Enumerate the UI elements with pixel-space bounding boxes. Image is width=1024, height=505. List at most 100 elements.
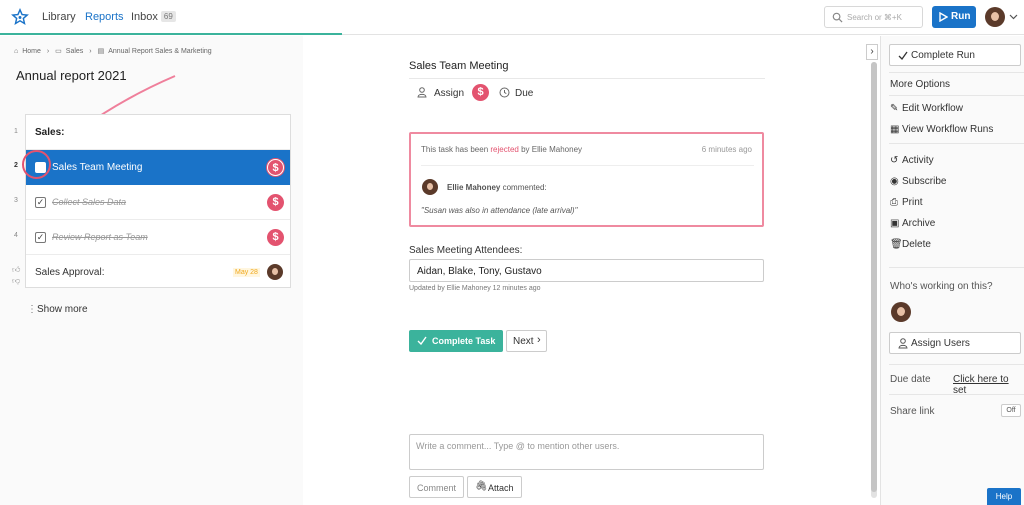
paperclip-icon: 🖇︎ bbox=[475, 481, 488, 492]
complete-task-button[interactable]: Complete Task bbox=[409, 330, 503, 352]
working-heading: Who's working on this? bbox=[890, 281, 993, 292]
comment-input[interactable]: Write a comment... Type @ to mention oth… bbox=[409, 434, 764, 470]
search-icon bbox=[832, 12, 843, 23]
assign-users-button[interactable]: Assign Users bbox=[889, 332, 1021, 354]
breadcrumb-home[interactable]: Home bbox=[22, 48, 41, 55]
task-label: Sales Team Meeting bbox=[52, 162, 143, 173]
divider bbox=[889, 364, 1024, 365]
comment-placeholder: Write a comment... Type @ to mention oth… bbox=[416, 441, 620, 451]
folder-icon: ▭ bbox=[55, 48, 62, 55]
task-row-approval[interactable]: Sales Approval: May 28 bbox=[26, 255, 290, 290]
breadcrumb: ⌂ Home › ▭ Sales › ▤ Annual Report Sales & … bbox=[14, 47, 216, 55]
set-due-date-link[interactable]: Click here to set bbox=[953, 374, 1024, 396]
collapse-sidebar-toggle[interactable]: › bbox=[866, 44, 878, 60]
task-row-completed[interactable]: ✓ Review Report as Team $ bbox=[26, 220, 290, 255]
document-icon: ▤ bbox=[97, 48, 105, 55]
history-icon: ↺ bbox=[890, 155, 899, 166]
star-logo-icon[interactable] bbox=[11, 8, 29, 26]
edit-workflow-item[interactable]: ✎ Edit Workflow bbox=[890, 103, 963, 114]
field-updated-note: Updated by Ellie Mahoney 12 minutes ago bbox=[409, 285, 541, 292]
dollar-icon: $ bbox=[267, 229, 284, 246]
search-input[interactable]: Search or ⌘+K bbox=[824, 6, 923, 28]
delete-item[interactable]: 🗑︎Delete bbox=[890, 239, 931, 250]
task-row-heading[interactable]: Sales: bbox=[26, 115, 290, 150]
dollar-icon[interactable]: $ bbox=[472, 84, 489, 101]
worker-avatar[interactable] bbox=[891, 302, 911, 322]
share-link-toggle[interactable]: Off bbox=[1001, 404, 1021, 417]
inbox-count-badge: 69 bbox=[160, 11, 176, 22]
view-workflow-runs-item[interactable]: ▦ View Workflow Runs bbox=[890, 124, 993, 135]
task-row-active[interactable]: Sales Team Meeting $ bbox=[26, 150, 290, 185]
attach-button[interactable]: 🖇︎ Attach bbox=[467, 476, 522, 498]
chevron-right-icon: › bbox=[870, 46, 874, 57]
subscribe-item[interactable]: ◉ Subscribe bbox=[890, 176, 946, 187]
nav-reports[interactable]: Reports bbox=[85, 11, 124, 23]
print-item[interactable]: ⎙ Print bbox=[890, 197, 923, 208]
assign-users-label: Assign Users bbox=[911, 338, 970, 349]
comment-text: "Susan was also in attendance (late arri… bbox=[421, 206, 578, 215]
commented-label: commented: bbox=[502, 183, 547, 192]
breadcrumb-report[interactable]: Annual Report Sales & Marketing bbox=[108, 48, 212, 55]
table-icon: ▦ bbox=[890, 124, 900, 135]
complete-task-label: Complete Task bbox=[432, 336, 496, 346]
task-checkbox-checked[interactable]: ✓ bbox=[35, 197, 46, 208]
edit-workflow-label: Edit Workflow bbox=[902, 103, 963, 114]
help-button[interactable]: Help bbox=[987, 488, 1021, 505]
task-label: Review Report as Team bbox=[52, 232, 148, 242]
rejection-by: by Ellie Mahoney bbox=[521, 145, 583, 154]
next-label: Next bbox=[513, 336, 534, 347]
user-icon bbox=[898, 338, 908, 349]
attendees-input[interactable]: Aidan, Blake, Tony, Gustavo bbox=[409, 259, 764, 282]
scrollbar[interactable] bbox=[871, 62, 877, 498]
activity-label: Activity bbox=[902, 155, 934, 166]
divider bbox=[889, 72, 1024, 73]
next-button[interactable]: Next › bbox=[506, 330, 547, 352]
chevron-down-icon[interactable] bbox=[1009, 14, 1018, 20]
nav-library[interactable]: Library bbox=[42, 11, 76, 23]
chevron-right-icon: › bbox=[89, 48, 92, 55]
highlight-circle bbox=[22, 150, 51, 179]
task-row-completed[interactable]: ✓ Collect Sales Data $ bbox=[26, 185, 290, 220]
rejection-notice: This task has been rejected by Ellie Mah… bbox=[409, 132, 764, 227]
run-label: Run bbox=[951, 11, 971, 22]
archive-item[interactable]: ▣ Archive bbox=[890, 218, 935, 229]
activity-item[interactable]: ↺ Activity bbox=[890, 155, 934, 166]
task-title: Sales Team Meeting bbox=[409, 60, 509, 72]
play-icon bbox=[939, 12, 948, 22]
task-number: 4 bbox=[14, 232, 18, 239]
nav-inbox[interactable]: Inbox 69 bbox=[131, 11, 176, 23]
rejection-prefix: This task has been bbox=[421, 145, 489, 154]
task-checkbox-checked[interactable]: ✓ bbox=[35, 232, 46, 243]
assignee-avatar bbox=[267, 264, 283, 280]
thumbs-down-icon: 👎︎ bbox=[12, 276, 21, 285]
user-avatar[interactable] bbox=[985, 7, 1005, 27]
task-label: Sales: bbox=[35, 127, 65, 138]
archive-icon: ▣ bbox=[890, 218, 900, 229]
comment-header: Ellie Mahoney commented: bbox=[447, 183, 547, 192]
due-button[interactable]: Due bbox=[515, 88, 533, 99]
assign-button[interactable]: Assign bbox=[434, 88, 464, 99]
complete-run-button[interactable]: Complete Run bbox=[889, 44, 1021, 66]
scrollbar-thumb[interactable] bbox=[871, 62, 877, 492]
show-more-link[interactable]: Show more bbox=[37, 304, 88, 315]
dollar-icon: $ bbox=[267, 194, 284, 211]
comment-button[interactable]: Comment bbox=[409, 476, 464, 498]
breadcrumb-sales[interactable]: Sales bbox=[66, 48, 84, 55]
top-nav-bar: Library Reports Inbox 69 Search or ⌘+K Ru… bbox=[0, 0, 1024, 35]
run-button[interactable]: Run bbox=[932, 6, 976, 28]
divider bbox=[889, 143, 1024, 144]
delete-label: Delete bbox=[902, 239, 931, 250]
clock-icon bbox=[499, 87, 510, 98]
more-options-heading: More Options bbox=[890, 79, 951, 90]
due-date-label: Due date bbox=[890, 374, 931, 385]
chevron-right-icon: › bbox=[537, 334, 541, 346]
task-list: Sales: Sales Team Meeting $ ✓ Collect Sa… bbox=[25, 114, 291, 288]
view-workflow-runs-label: View Workflow Runs bbox=[902, 124, 994, 135]
print-label: Print bbox=[902, 197, 923, 208]
task-detail-panel: Sales Team Meeting Assign $ Due This tas… bbox=[303, 36, 866, 505]
divider bbox=[889, 267, 1024, 268]
pencil-icon: ✎ bbox=[890, 103, 899, 114]
task-label: Sales Approval: bbox=[35, 267, 105, 278]
thumbs-up-icon: 👍︎ bbox=[12, 265, 21, 274]
chevron-right-icon: › bbox=[46, 48, 50, 55]
